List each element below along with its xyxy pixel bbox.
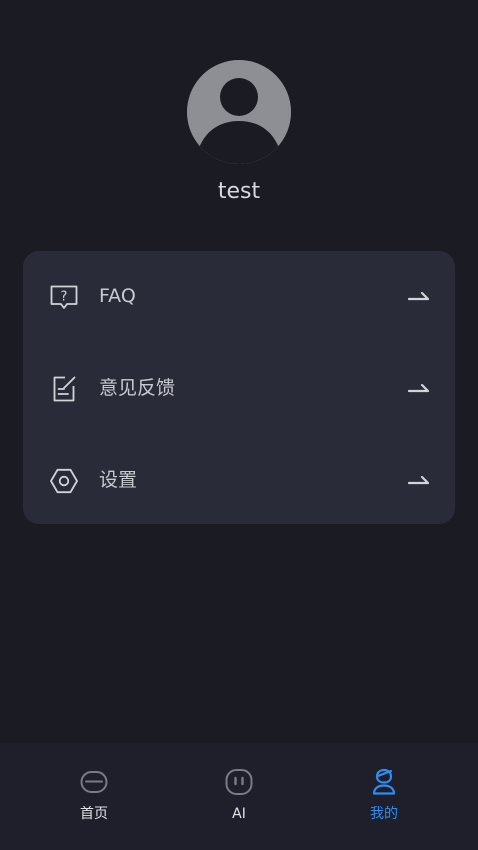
arrow-right-icon [407, 291, 430, 301]
menu-item-label: 设置 [99, 469, 138, 491]
menu-item-label: FAQ [99, 285, 136, 307]
profile-screen: test ? FAQ 意见反馈 设置 首页 AI 我的 [0, 0, 478, 850]
default-user-avatar-icon[interactable] [187, 60, 291, 164]
svg-text:?: ? [61, 290, 68, 305]
tab-label: AI [232, 806, 246, 822]
menu-card: ? FAQ 意见反馈 设置 [23, 251, 455, 524]
feedback-edit-icon [53, 376, 76, 402]
tab-mine[interactable]: 我的 [324, 743, 444, 850]
ai-robot-icon [225, 769, 253, 795]
settings-hexagon-icon [50, 468, 78, 494]
bottom-tab-bar: 首页 AI 我的 [0, 743, 478, 850]
menu-item-faq[interactable]: ? FAQ [23, 266, 455, 326]
menu-item-settings[interactable]: 设置 [23, 450, 455, 510]
profile-user-icon [372, 768, 396, 795]
menu-item-label: 意见反馈 [99, 377, 176, 399]
username: test [217, 179, 261, 204]
tab-label: 首页 [80, 806, 108, 822]
faq-question-bubble-icon: ? [50, 285, 78, 309]
tab-label: 我的 [370, 806, 398, 822]
tab-home[interactable]: 首页 [34, 743, 154, 850]
arrow-right-icon [407, 475, 430, 485]
arrow-right-icon [407, 383, 430, 393]
home-icon [80, 771, 108, 793]
menu-item-feedback[interactable]: 意见反馈 [23, 358, 455, 418]
tab-ai[interactable]: AI [179, 743, 299, 850]
